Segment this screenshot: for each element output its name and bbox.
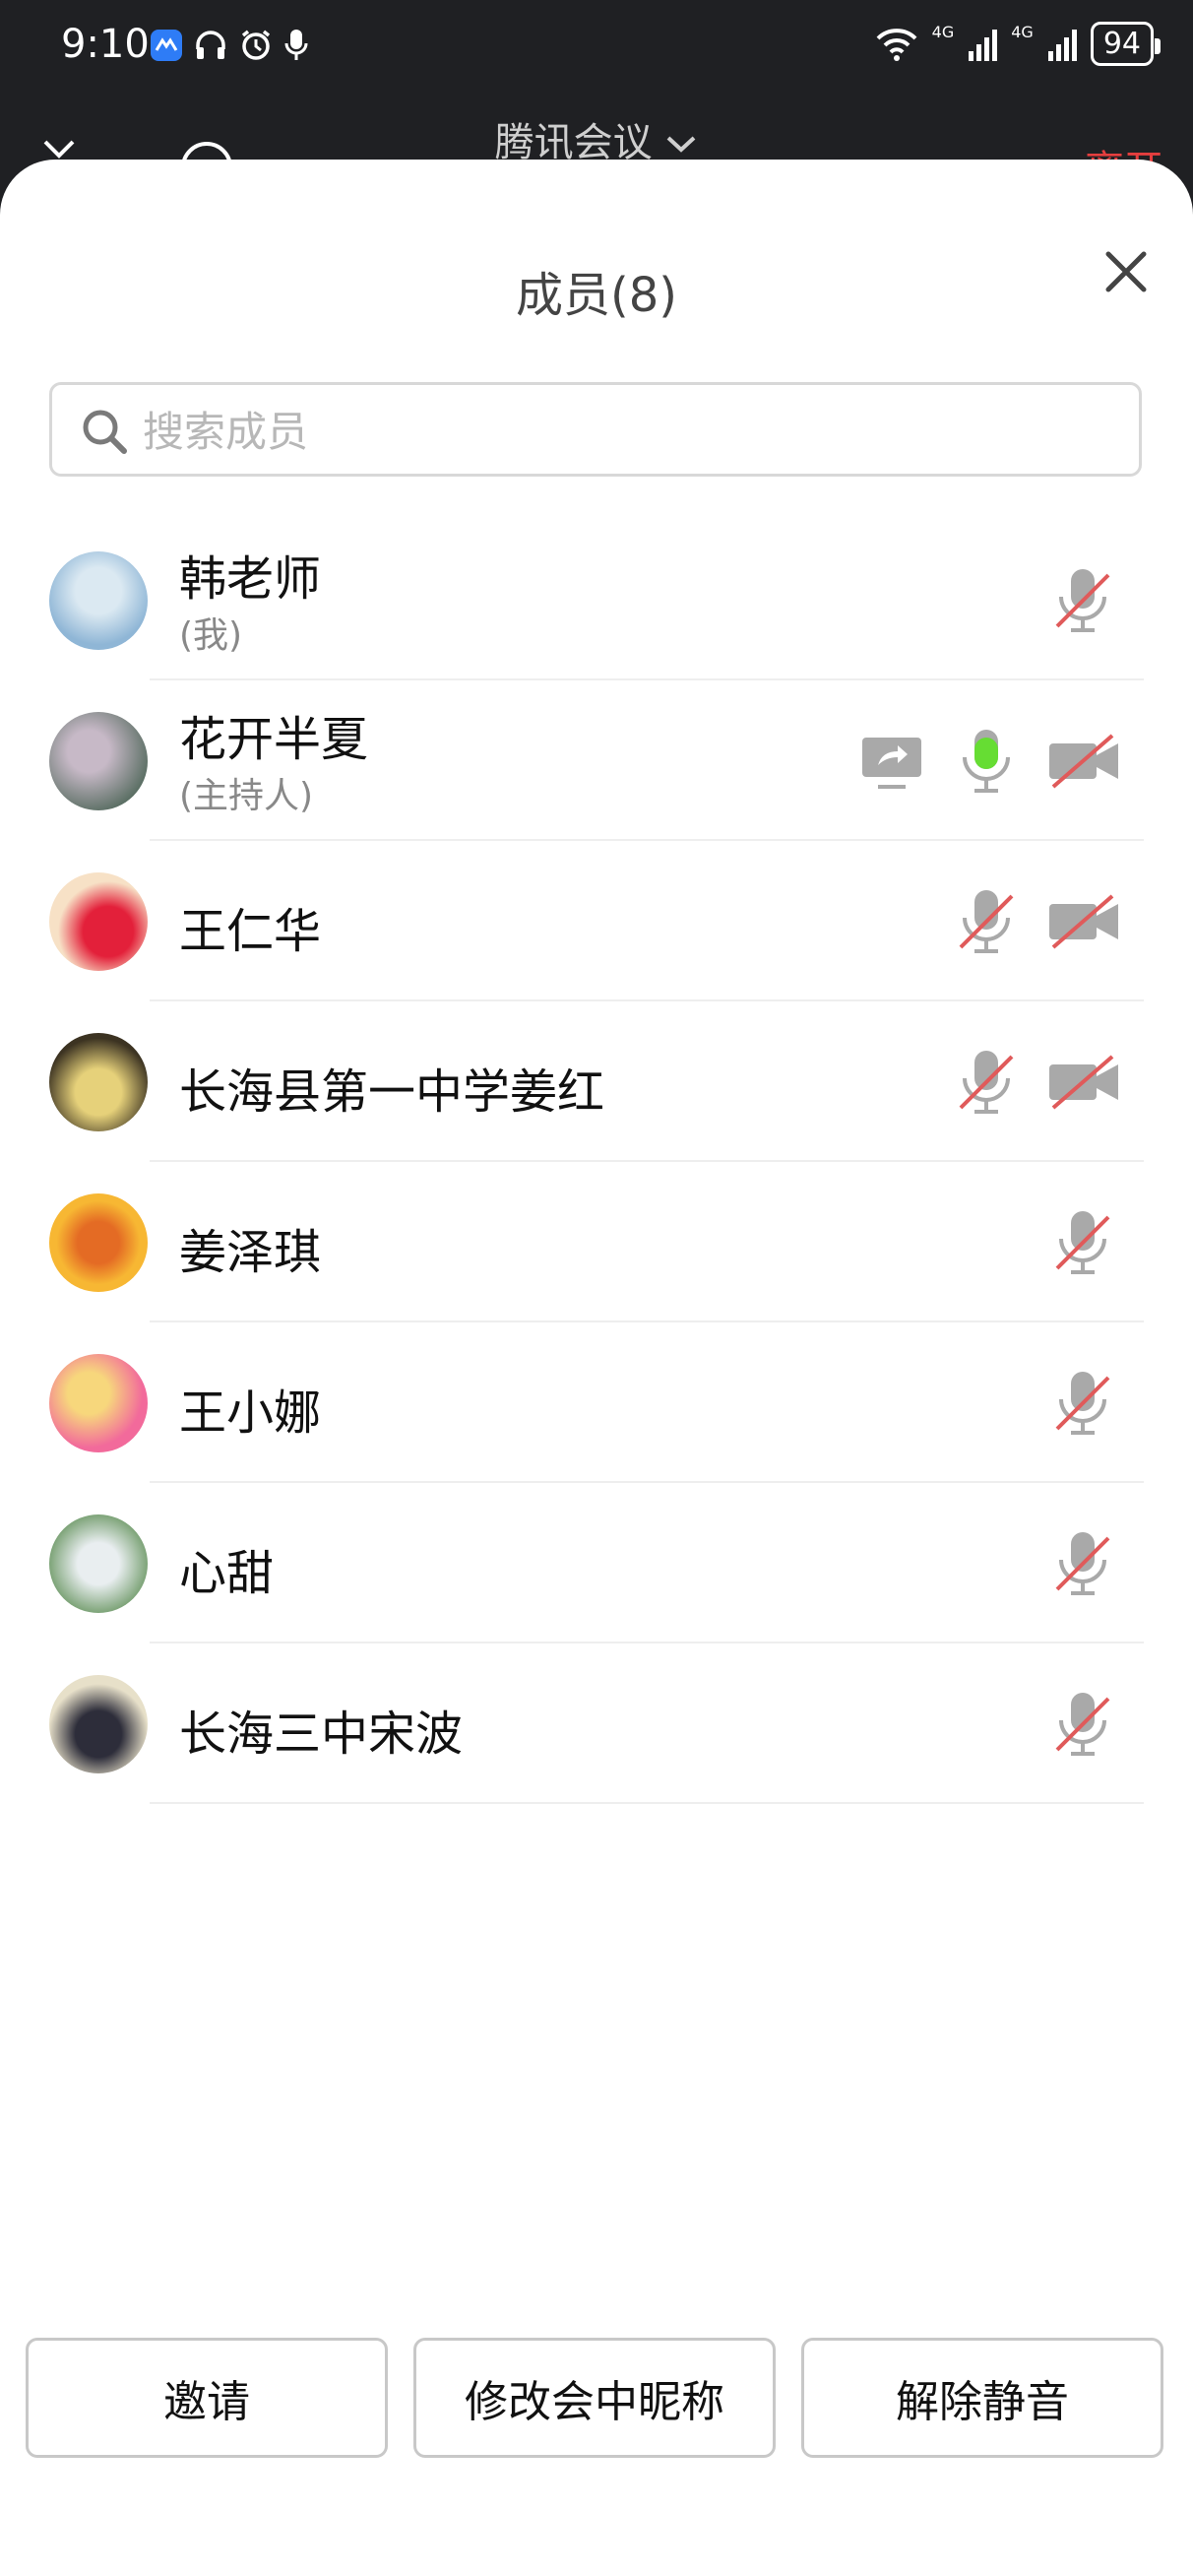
member-row[interactable]: 心甜 bbox=[0, 1483, 1193, 1643]
member-name: 长海县第一中学姜红 bbox=[179, 1064, 605, 1120]
mic-muted-icon[interactable] bbox=[1043, 1203, 1122, 1282]
microphone-status-icon bbox=[284, 30, 308, 60]
network-type-2: 4G bbox=[1011, 23, 1034, 41]
status-time: 9:10 bbox=[61, 22, 150, 67]
avatar bbox=[49, 1193, 148, 1292]
member-name: 韩老师 bbox=[179, 551, 322, 607]
app-notification-icon bbox=[151, 30, 182, 61]
member-row[interactable]: 王小娜 bbox=[0, 1322, 1193, 1483]
status-notification-icons bbox=[150, 28, 309, 63]
alarm-icon bbox=[241, 30, 271, 60]
avatar bbox=[49, 1514, 148, 1613]
member-row[interactable]: 王仁华 bbox=[0, 841, 1193, 1001]
mic-muted-icon[interactable] bbox=[947, 1043, 1026, 1122]
member-row[interactable]: 韩老师 (我) bbox=[0, 520, 1193, 680]
mic-muted-icon[interactable] bbox=[1043, 1685, 1122, 1764]
network-type-1: 4G bbox=[931, 23, 955, 41]
screen-share-icon[interactable] bbox=[852, 722, 931, 801]
close-icon[interactable] bbox=[1099, 244, 1154, 299]
avatar bbox=[49, 1033, 148, 1131]
signal-icon-2 bbox=[1047, 29, 1077, 61]
member-role: (我) bbox=[179, 615, 243, 656]
search-icon bbox=[83, 410, 127, 454]
member-name: 王小娜 bbox=[179, 1385, 322, 1441]
member-name: 姜泽琪 bbox=[179, 1225, 322, 1280]
avatar bbox=[49, 1354, 148, 1452]
member-row[interactable]: 姜泽琪 bbox=[0, 1162, 1193, 1322]
chevron-down-icon bbox=[667, 136, 696, 153]
status-system-icons: 4G 4G 94 bbox=[875, 22, 1162, 66]
panel-footer: 邀请 修改会中昵称 解除静音 bbox=[0, 2338, 1193, 2462]
member-name: 王仁华 bbox=[179, 904, 322, 959]
member-name: 长海三中宋波 bbox=[179, 1707, 464, 1762]
mic-muted-icon[interactable] bbox=[1043, 561, 1122, 640]
video-off-icon[interactable] bbox=[1043, 722, 1122, 801]
invite-button[interactable]: 邀请 bbox=[26, 2338, 388, 2458]
unmute-button[interactable]: 解除静音 bbox=[801, 2338, 1163, 2458]
headphones-icon bbox=[196, 31, 225, 59]
search-box[interactable] bbox=[49, 382, 1142, 477]
video-off-icon[interactable] bbox=[1043, 882, 1122, 961]
divider bbox=[150, 1802, 1144, 1804]
member-name: 心甜 bbox=[179, 1546, 275, 1601]
status-bar: 9:10 4G 4G 94 bbox=[0, 0, 1193, 98]
avatar bbox=[49, 551, 148, 650]
mic-active-icon[interactable] bbox=[947, 722, 1026, 801]
member-role: (主持人) bbox=[179, 776, 314, 816]
rename-button[interactable]: 修改会中昵称 bbox=[413, 2338, 776, 2458]
battery-indicator: 94 bbox=[1090, 22, 1162, 66]
mic-muted-icon[interactable] bbox=[1043, 1364, 1122, 1443]
member-list: 韩老师 (我) 花开半夏 (主持人) 王仁华 长海县第一中学姜红 姜泽琪 王小娜… bbox=[0, 520, 1193, 1804]
video-off-icon[interactable] bbox=[1043, 1043, 1122, 1122]
members-panel: 成员(8) 韩老师 (我) 花开半夏 (主持人) 王仁华 bbox=[0, 160, 1193, 2576]
panel-title: 成员(8) bbox=[516, 268, 677, 323]
member-row[interactable]: 长海三中宋波 bbox=[0, 1643, 1193, 1804]
avatar bbox=[49, 712, 148, 810]
member-name: 花开半夏 bbox=[179, 712, 369, 767]
member-row[interactable]: 花开半夏 (主持人) bbox=[0, 680, 1193, 841]
meeting-header: 腾讯会议 离开 bbox=[0, 98, 1193, 193]
member-row[interactable]: 长海县第一中学姜红 bbox=[0, 1001, 1193, 1162]
mic-muted-icon[interactable] bbox=[947, 882, 1026, 961]
search-input[interactable] bbox=[141, 401, 1109, 462]
avatar bbox=[49, 872, 148, 971]
signal-icon-1 bbox=[969, 29, 998, 61]
avatar bbox=[49, 1675, 148, 1773]
wifi-icon bbox=[876, 28, 917, 61]
mic-muted-icon[interactable] bbox=[1043, 1524, 1122, 1603]
